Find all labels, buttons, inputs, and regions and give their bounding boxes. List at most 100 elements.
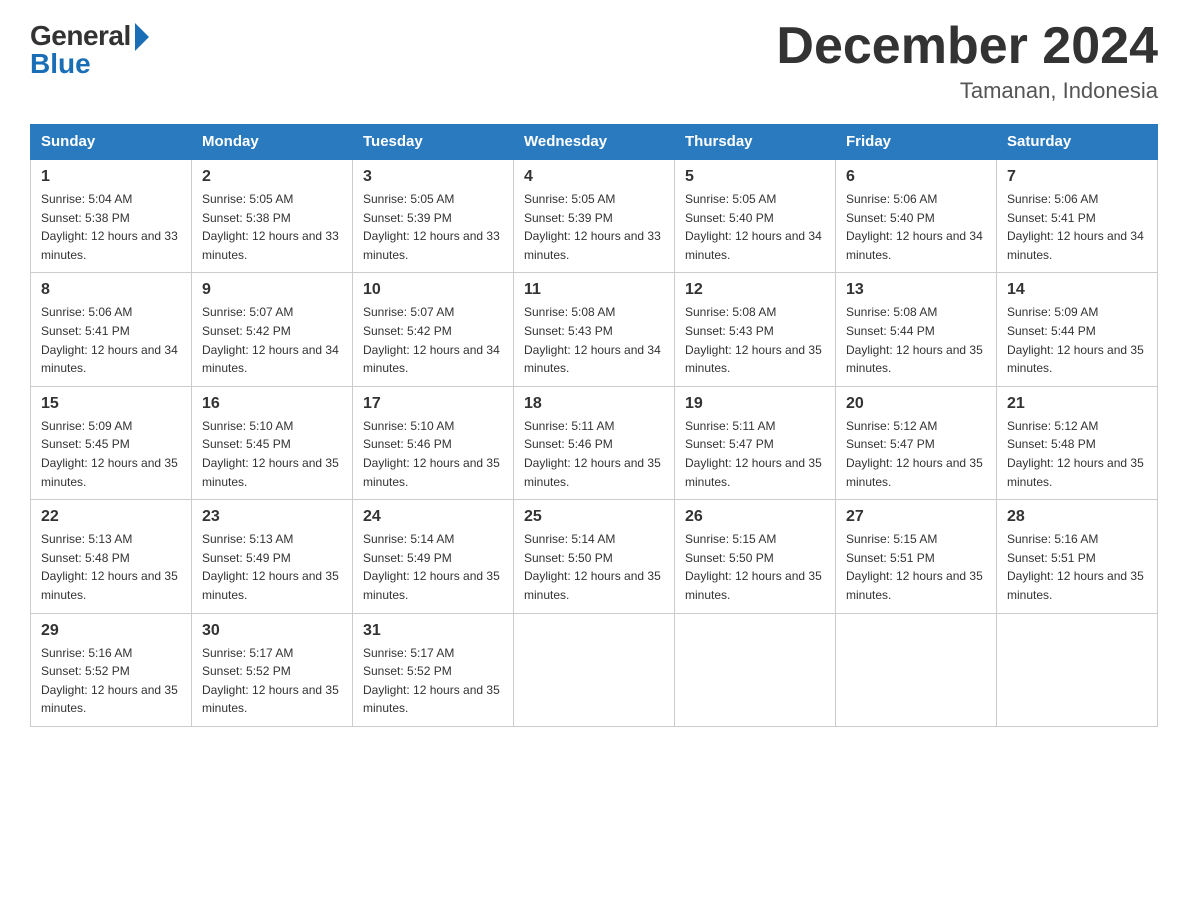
weekday-header-friday: Friday [836,125,997,160]
weekday-header-wednesday: Wednesday [514,125,675,160]
day-number: 28 [1007,508,1147,526]
logo-arrow-icon [135,23,149,51]
calendar-cell: 13 Sunrise: 5:08 AMSunset: 5:44 PMDaylig… [836,273,997,386]
day-number: 31 [363,622,503,640]
calendar-table: SundayMondayTuesdayWednesdayThursdayFrid… [30,124,1158,727]
calendar-cell: 4 Sunrise: 5:05 AMSunset: 5:39 PMDayligh… [514,159,675,273]
day-info: Sunrise: 5:16 AMSunset: 5:52 PMDaylight:… [41,646,178,716]
day-info: Sunrise: 5:10 AMSunset: 5:46 PMDaylight:… [363,419,500,489]
day-info: Sunrise: 5:13 AMSunset: 5:49 PMDaylight:… [202,532,339,602]
calendar-cell: 3 Sunrise: 5:05 AMSunset: 5:39 PMDayligh… [353,159,514,273]
location-label: Tamanan, Indonesia [776,78,1158,104]
day-info: Sunrise: 5:07 AMSunset: 5:42 PMDaylight:… [363,305,500,375]
calendar-cell: 25 Sunrise: 5:14 AMSunset: 5:50 PMDaylig… [514,500,675,613]
day-number: 1 [41,168,181,186]
day-number: 7 [1007,168,1147,186]
day-number: 16 [202,395,342,413]
day-info: Sunrise: 5:06 AMSunset: 5:41 PMDaylight:… [41,305,178,375]
day-number: 24 [363,508,503,526]
day-info: Sunrise: 5:05 AMSunset: 5:38 PMDaylight:… [202,192,339,262]
day-info: Sunrise: 5:11 AMSunset: 5:46 PMDaylight:… [524,419,661,489]
day-info: Sunrise: 5:07 AMSunset: 5:42 PMDaylight:… [202,305,339,375]
day-number: 22 [41,508,181,526]
day-info: Sunrise: 5:13 AMSunset: 5:48 PMDaylight:… [41,532,178,602]
day-number: 26 [685,508,825,526]
day-info: Sunrise: 5:05 AMSunset: 5:40 PMDaylight:… [685,192,822,262]
day-number: 12 [685,281,825,299]
calendar-cell: 16 Sunrise: 5:10 AMSunset: 5:45 PMDaylig… [192,386,353,499]
calendar-cell: 19 Sunrise: 5:11 AMSunset: 5:47 PMDaylig… [675,386,836,499]
calendar-cell: 24 Sunrise: 5:14 AMSunset: 5:49 PMDaylig… [353,500,514,613]
calendar-cell: 23 Sunrise: 5:13 AMSunset: 5:49 PMDaylig… [192,500,353,613]
day-info: Sunrise: 5:05 AMSunset: 5:39 PMDaylight:… [363,192,500,262]
day-info: Sunrise: 5:17 AMSunset: 5:52 PMDaylight:… [363,646,500,716]
calendar-cell: 21 Sunrise: 5:12 AMSunset: 5:48 PMDaylig… [997,386,1158,499]
calendar-cell: 5 Sunrise: 5:05 AMSunset: 5:40 PMDayligh… [675,159,836,273]
logo: General Blue [30,20,149,80]
calendar-week-row: 8 Sunrise: 5:06 AMSunset: 5:41 PMDayligh… [31,273,1158,386]
day-info: Sunrise: 5:08 AMSunset: 5:43 PMDaylight:… [524,305,661,375]
day-info: Sunrise: 5:14 AMSunset: 5:49 PMDaylight:… [363,532,500,602]
day-info: Sunrise: 5:06 AMSunset: 5:41 PMDaylight:… [1007,192,1144,262]
calendar-cell: 15 Sunrise: 5:09 AMSunset: 5:45 PMDaylig… [31,386,192,499]
day-info: Sunrise: 5:09 AMSunset: 5:44 PMDaylight:… [1007,305,1144,375]
weekday-header-thursday: Thursday [675,125,836,160]
calendar-cell: 2 Sunrise: 5:05 AMSunset: 5:38 PMDayligh… [192,159,353,273]
calendar-cell: 7 Sunrise: 5:06 AMSunset: 5:41 PMDayligh… [997,159,1158,273]
weekday-header-monday: Monday [192,125,353,160]
day-number: 11 [524,281,664,299]
calendar-cell: 9 Sunrise: 5:07 AMSunset: 5:42 PMDayligh… [192,273,353,386]
day-number: 27 [846,508,986,526]
calendar-cell: 30 Sunrise: 5:17 AMSunset: 5:52 PMDaylig… [192,613,353,726]
calendar-cell: 22 Sunrise: 5:13 AMSunset: 5:48 PMDaylig… [31,500,192,613]
calendar-cell: 29 Sunrise: 5:16 AMSunset: 5:52 PMDaylig… [31,613,192,726]
day-info: Sunrise: 5:12 AMSunset: 5:48 PMDaylight:… [1007,419,1144,489]
day-number: 18 [524,395,664,413]
calendar-cell: 18 Sunrise: 5:11 AMSunset: 5:46 PMDaylig… [514,386,675,499]
day-number: 5 [685,168,825,186]
day-number: 4 [524,168,664,186]
calendar-cell: 28 Sunrise: 5:16 AMSunset: 5:51 PMDaylig… [997,500,1158,613]
weekday-header-sunday: Sunday [31,125,192,160]
calendar-cell: 8 Sunrise: 5:06 AMSunset: 5:41 PMDayligh… [31,273,192,386]
day-number: 10 [363,281,503,299]
day-info: Sunrise: 5:11 AMSunset: 5:47 PMDaylight:… [685,419,822,489]
calendar-cell: 31 Sunrise: 5:17 AMSunset: 5:52 PMDaylig… [353,613,514,726]
day-info: Sunrise: 5:15 AMSunset: 5:51 PMDaylight:… [846,532,983,602]
day-info: Sunrise: 5:14 AMSunset: 5:50 PMDaylight:… [524,532,661,602]
calendar-week-row: 29 Sunrise: 5:16 AMSunset: 5:52 PMDaylig… [31,613,1158,726]
day-info: Sunrise: 5:06 AMSunset: 5:40 PMDaylight:… [846,192,983,262]
day-number: 29 [41,622,181,640]
logo-blue-text: Blue [30,48,91,80]
day-number: 13 [846,281,986,299]
day-info: Sunrise: 5:05 AMSunset: 5:39 PMDaylight:… [524,192,661,262]
day-number: 15 [41,395,181,413]
day-number: 9 [202,281,342,299]
calendar-cell: 27 Sunrise: 5:15 AMSunset: 5:51 PMDaylig… [836,500,997,613]
calendar-cell: 1 Sunrise: 5:04 AMSunset: 5:38 PMDayligh… [31,159,192,273]
day-info: Sunrise: 5:16 AMSunset: 5:51 PMDaylight:… [1007,532,1144,602]
weekday-header-tuesday: Tuesday [353,125,514,160]
day-number: 20 [846,395,986,413]
day-info: Sunrise: 5:04 AMSunset: 5:38 PMDaylight:… [41,192,178,262]
calendar-cell [997,613,1158,726]
day-number: 21 [1007,395,1147,413]
day-number: 19 [685,395,825,413]
calendar-cell: 10 Sunrise: 5:07 AMSunset: 5:42 PMDaylig… [353,273,514,386]
day-number: 14 [1007,281,1147,299]
calendar-cell [514,613,675,726]
calendar-week-row: 1 Sunrise: 5:04 AMSunset: 5:38 PMDayligh… [31,159,1158,273]
day-info: Sunrise: 5:08 AMSunset: 5:43 PMDaylight:… [685,305,822,375]
title-section: December 2024 Tamanan, Indonesia [776,20,1158,104]
day-number: 8 [41,281,181,299]
month-title: December 2024 [776,20,1158,72]
calendar-cell: 6 Sunrise: 5:06 AMSunset: 5:40 PMDayligh… [836,159,997,273]
calendar-cell: 12 Sunrise: 5:08 AMSunset: 5:43 PMDaylig… [675,273,836,386]
weekday-header-saturday: Saturday [997,125,1158,160]
calendar-cell: 26 Sunrise: 5:15 AMSunset: 5:50 PMDaylig… [675,500,836,613]
day-number: 30 [202,622,342,640]
calendar-week-row: 22 Sunrise: 5:13 AMSunset: 5:48 PMDaylig… [31,500,1158,613]
calendar-cell [675,613,836,726]
day-info: Sunrise: 5:10 AMSunset: 5:45 PMDaylight:… [202,419,339,489]
day-info: Sunrise: 5:17 AMSunset: 5:52 PMDaylight:… [202,646,339,716]
